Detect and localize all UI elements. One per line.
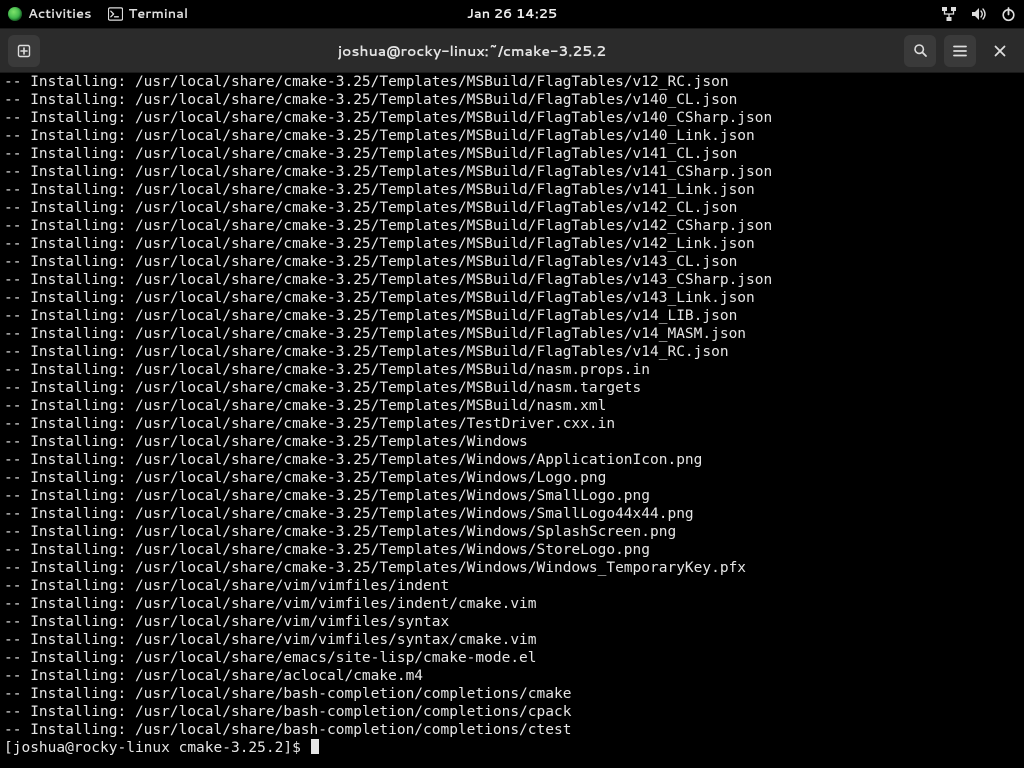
window-title: joshua@rocky-linux:~/cmake-3.25.2 — [40, 41, 904, 61]
app-menu-label: Terminal — [129, 5, 189, 23]
power-icon[interactable] — [1001, 7, 1016, 22]
clock-text: Jan 26 14:25 — [467, 5, 557, 23]
terminal-viewport[interactable]: -- Installing: /usr/local/share/cmake-3.… — [0, 73, 1024, 768]
network-icon[interactable] — [941, 7, 957, 22]
terminal-output: -- Installing: /usr/local/share/cmake-3.… — [0, 73, 1024, 757]
gnome-top-bar: Activities Terminal Jan 26 14:25 — [0, 0, 1024, 28]
close-button[interactable] — [984, 35, 1016, 67]
activities-icon — [8, 7, 22, 21]
new-tab-button[interactable] — [8, 35, 40, 67]
activities-button[interactable]: Activities — [8, 5, 92, 23]
volume-icon[interactable] — [971, 7, 987, 21]
activities-label: Activities — [28, 5, 92, 23]
menu-button[interactable] — [944, 35, 976, 67]
app-menu-terminal[interactable]: Terminal — [108, 5, 189, 23]
search-button[interactable] — [904, 35, 936, 67]
cursor — [311, 739, 319, 754]
terminal-app-icon — [108, 7, 123, 21]
terminal-window: joshua@rocky-linux:~/cmake-3.25.2 -- Ins… — [0, 28, 1024, 768]
window-titlebar: joshua@rocky-linux:~/cmake-3.25.2 — [0, 29, 1024, 73]
clock[interactable]: Jan 26 14:25 — [467, 5, 557, 23]
shell-prompt: [joshua@rocky-linux cmake-3.25.2]$ — [4, 740, 310, 756]
